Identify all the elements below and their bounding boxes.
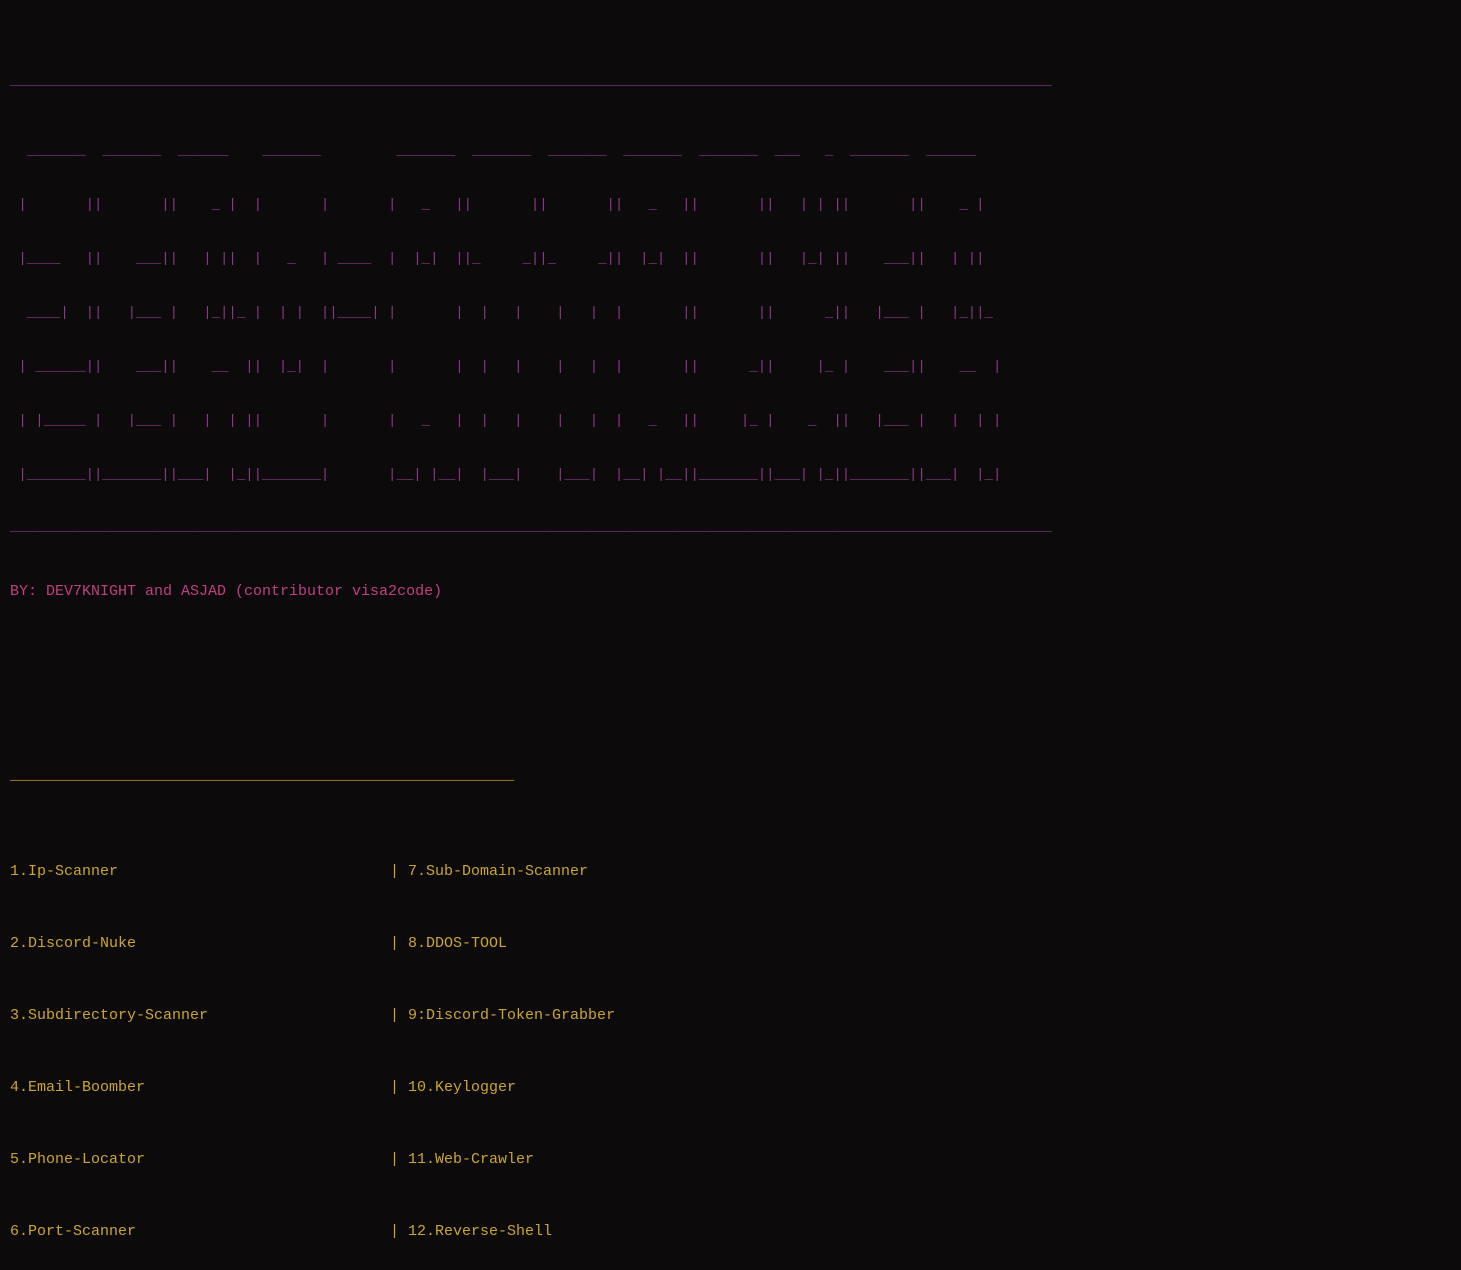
ascii-banner: _______ _______ ______ _______ _______ _… (10, 106, 1451, 502)
menu-item-8[interactable]: 8.DDOS-TOOL (408, 932, 507, 956)
menu-row: 2.Discord-Nuke| 8.DDOS-TOOL (10, 932, 1451, 956)
menu-item-2[interactable]: 2.Discord-Nuke (10, 932, 390, 956)
column-separator: | (390, 1148, 399, 1172)
menu-item-11[interactable]: 11.Web-Crawler (408, 1148, 534, 1172)
menu-item-10[interactable]: 10.Keylogger (408, 1076, 516, 1100)
menu-item-5[interactable]: 5.Phone-Locator (10, 1148, 390, 1172)
menu-divider-top: ________________________________________… (10, 764, 1451, 788)
menu-row: 6.Port-Scanner| 12.Reverse-Shell (10, 1220, 1451, 1244)
ascii-line: |____ || ___|| | || | _ | ____ | |_| ||_… (10, 250, 1451, 268)
column-separator: | (390, 1076, 399, 1100)
menu-item-1[interactable]: 1.Ip-Scanner (10, 860, 390, 884)
ascii-line: | ______|| ___|| __ || |_| | | | | | | |… (10, 358, 1451, 376)
menu-item-9[interactable]: 9:Discord-Token-Grabber (408, 1004, 615, 1028)
menu-item-7[interactable]: 7.Sub-Domain-Scanner (408, 860, 588, 884)
bottom-rule: ________________________________________… (10, 518, 1451, 536)
menu-row: 1.Ip-Scanner| 7.Sub-Domain-Scanner (10, 860, 1451, 884)
ascii-line: | |_____ | |___ | | | || | | _ | | | | |… (10, 412, 1451, 430)
ascii-line: ____| || |___ | |_||_ | | | ||____| | | … (10, 304, 1451, 322)
column-separator: | (390, 1220, 399, 1244)
menu-row: 4.Email-Boomber| 10.Keylogger (10, 1076, 1451, 1100)
ascii-line: | || || _ | | | | _ || || || _ || || | |… (10, 196, 1451, 214)
column-separator: | (390, 1004, 399, 1028)
menu-row: 5.Phone-Locator| 11.Web-Crawler (10, 1148, 1451, 1172)
menu-item-12[interactable]: 12.Reverse-Shell (408, 1220, 552, 1244)
ascii-line: |_______||_______||___| |_||_______| |__… (10, 466, 1451, 484)
ascii-line: _______ _______ ______ _______ _______ _… (10, 142, 1451, 160)
menu-item-6[interactable]: 6.Port-Scanner (10, 1220, 390, 1244)
menu-row: 3.Subdirectory-Scanner| 9:Discord-Token-… (10, 1004, 1451, 1028)
column-separator: | (390, 860, 399, 884)
top-rule: ________________________________________… (10, 72, 1451, 90)
menu-item-4[interactable]: 4.Email-Boomber (10, 1076, 390, 1100)
menu: ________________________________________… (10, 716, 1451, 1270)
byline: BY: DEV7KNIGHT and ASJAD (contributor vi… (10, 580, 1451, 604)
menu-item-3[interactable]: 3.Subdirectory-Scanner (10, 1004, 390, 1028)
column-separator: | (390, 932, 399, 956)
